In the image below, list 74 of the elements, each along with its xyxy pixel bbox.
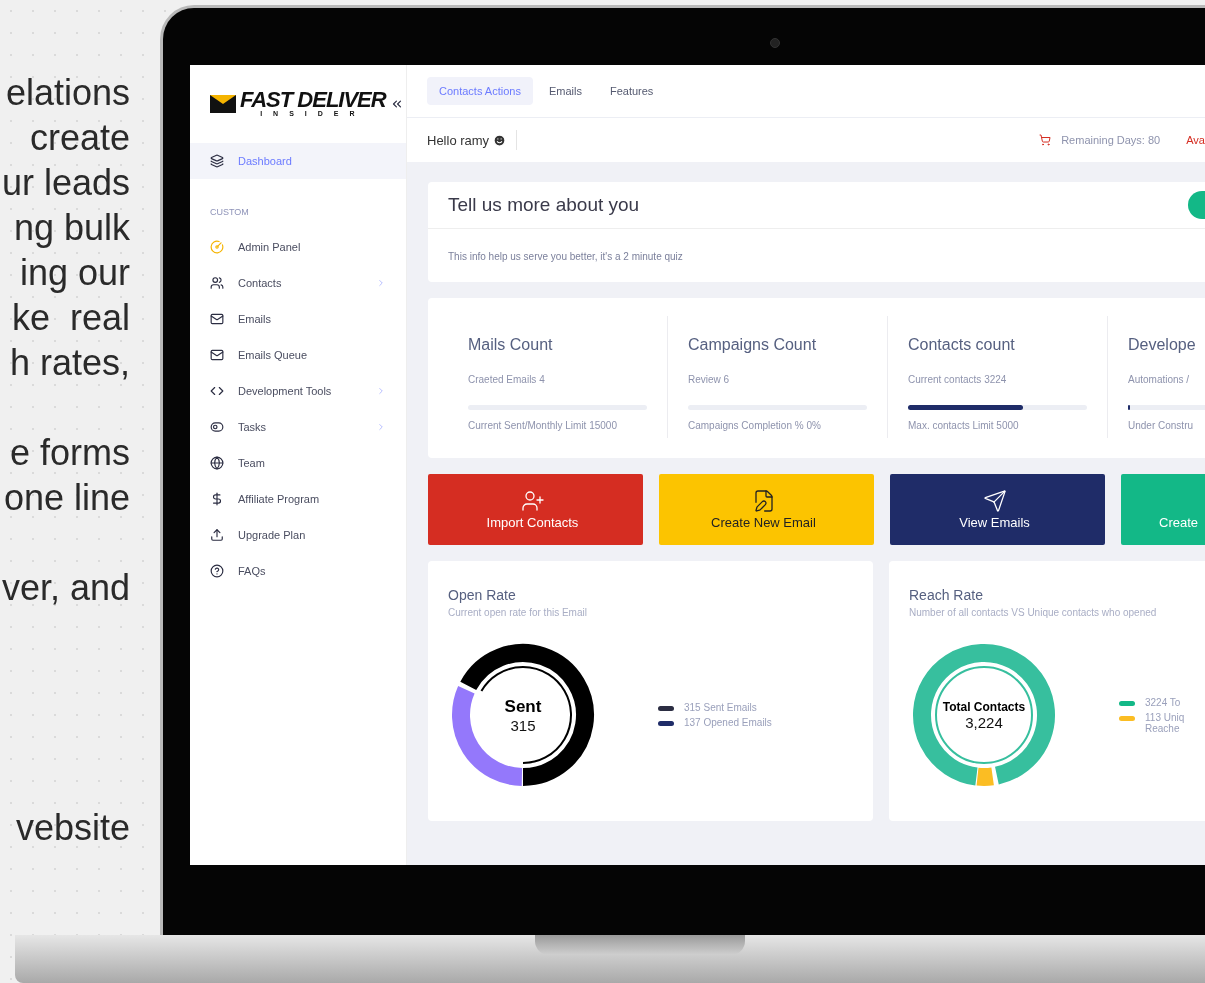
background-text-line: one line: [3, 476, 130, 520]
tab[interactable]: Emails: [536, 77, 594, 105]
cart-icon[interactable]: [1039, 134, 1052, 146]
gauge-icon: [210, 240, 224, 254]
background-text-line: ver, and: [1, 566, 130, 610]
sidebar-item[interactable]: Admin Panel: [190, 229, 406, 265]
chart-title: Reach Rate: [909, 587, 984, 603]
background-text-line: elations: [5, 71, 130, 115]
legend-label: 113 Uniq Reache: [1145, 711, 1186, 734]
legend-label: 3224 To: [1145, 696, 1182, 708]
greeting: Hello ramy: [427, 132, 490, 148]
available-label: Ava: [1186, 134, 1205, 146]
stat-note: Current Sent/Monthly Limit 15000: [468, 419, 618, 433]
background-text-line: vebsite: [15, 806, 130, 850]
stat-title: Develope: [1128, 336, 1197, 354]
background-text-line: e forms: [9, 431, 130, 475]
action-button[interactable]: Import Contacts: [428, 474, 643, 545]
donut-center-title: Sent: [504, 696, 542, 717]
card-title: Tell us more about you: [448, 194, 640, 216]
mail-icon: [210, 312, 224, 326]
envelope-logo-icon: [210, 95, 236, 113]
stat-note: Max. contacts Limit 5000: [908, 419, 1020, 433]
user-plus-icon: [520, 489, 545, 513]
background-text-line: h rates,: [9, 341, 130, 385]
upload-icon: [210, 528, 224, 542]
stat-note: Campaigns Completion % 0%: [688, 419, 822, 433]
toggle-icon: [210, 420, 224, 434]
chart-subtitle: Current open rate for this Email: [448, 607, 588, 618]
logo-title: FAST DELIVER: [240, 90, 386, 110]
sidebar-item[interactable]: FAQs: [190, 553, 406, 589]
donut-center-title: Total Contacts: [942, 699, 1026, 714]
camera-icon: [770, 38, 780, 48]
sidebar-item[interactable]: Tasks: [190, 409, 406, 445]
legend-label: 137 Opened Emails: [684, 717, 772, 728]
help-icon: [210, 564, 224, 578]
action-button[interactable]: Create New Email: [659, 474, 874, 545]
stat-value: Review 6: [688, 374, 731, 385]
remaining-days: Remaining Days: 80: [1061, 134, 1161, 146]
background-text-line: ng bulk: [13, 206, 130, 250]
background-text-line: ur leads: [1, 161, 130, 205]
stat-value: Automations /: [1128, 374, 1191, 385]
globe-icon: [210, 456, 224, 470]
section-label: CUSTOM: [209, 206, 250, 219]
sidebar-item[interactable]: Team: [190, 445, 406, 481]
background-text-line: create: [29, 116, 130, 160]
sidebar-item[interactable]: Development Tools: [190, 373, 406, 409]
sidebar-item[interactable]: Affiliate Program: [190, 481, 406, 517]
sidebar-item[interactable]: Contacts: [190, 265, 406, 301]
code-icon: [210, 384, 224, 398]
sidebar-item[interactable]: Emails Queue: [190, 337, 406, 373]
action-button[interactable]: View Emails: [890, 474, 1105, 545]
stat-value: Current contacts 3224: [908, 374, 1008, 385]
chart-subtitle: Number of all contacts VS Unique contacts who opened: [909, 607, 1158, 618]
background-text-line: ke real: [11, 296, 130, 340]
stat-title: Mails Count: [468, 336, 554, 354]
stat-title: Campaigns Count: [688, 336, 818, 354]
donut-center-value: 3,224: [965, 713, 1003, 731]
card-text: This info help us serve you better, it's a 2 minute quiz: [447, 250, 684, 264]
sidebar-item[interactable]: Upgrade Plan: [190, 517, 406, 553]
chart-title: Open Rate: [448, 587, 517, 603]
layers-icon: [210, 154, 224, 168]
sidebar-item[interactable]: Emails: [190, 301, 406, 337]
tab[interactable]: Features: [597, 77, 666, 105]
paper-plane-icon: [982, 489, 1007, 513]
stat-value: Craeted Emails 4: [468, 374, 546, 385]
background-text-line: ing our: [19, 251, 130, 295]
smiley-icon: [493, 133, 507, 147]
donut-center-value: 315: [510, 716, 536, 734]
stat-title: Contacts count: [908, 336, 1016, 354]
dollar-icon: [210, 492, 224, 506]
users-icon: [210, 276, 224, 290]
legend-label: 315 Sent Emails: [684, 702, 757, 713]
stat-note: Under Constru: [1128, 419, 1195, 433]
mail-icon: [210, 348, 224, 362]
